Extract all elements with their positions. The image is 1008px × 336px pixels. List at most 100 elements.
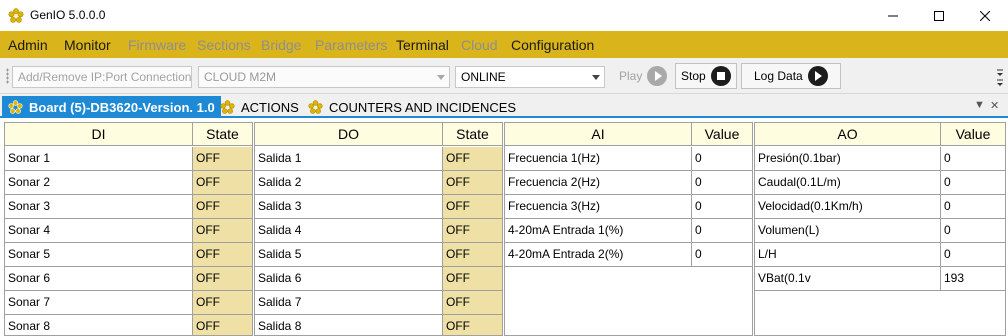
row-label-cell[interactable]: 4-20mA Entrada 2(%) xyxy=(505,243,692,266)
row-label-cell[interactable]: Salida 1 xyxy=(255,147,443,170)
menu-cloud[interactable]: Cloud xyxy=(461,37,498,53)
tab-board[interactable]: Board (5)-DB3620-Version. 1.0 xyxy=(2,96,221,118)
table-row[interactable]: Frecuencia 3(Hz) 0 xyxy=(505,195,752,219)
close-button[interactable] xyxy=(962,0,1008,31)
table-row[interactable]: Sonar 5 OFF xyxy=(5,243,252,267)
menu-parameters[interactable]: Parameters xyxy=(315,37,387,53)
menu-admin[interactable]: Admin xyxy=(8,37,48,53)
menu-configuration[interactable]: Configuration xyxy=(511,37,594,53)
menu-terminal[interactable]: Terminal xyxy=(396,37,449,53)
state-cell[interactable]: OFF xyxy=(193,147,252,170)
minimize-button[interactable] xyxy=(870,0,916,31)
row-label-cell[interactable]: Sonar 3 xyxy=(5,195,193,218)
table-row[interactable]: Sonar 7 OFF xyxy=(5,291,252,315)
row-label-cell[interactable]: Sonar 1 xyxy=(5,147,193,170)
table-row[interactable]: Sonar 1 OFF xyxy=(5,147,252,171)
tab-close-icon[interactable]: ✕ xyxy=(990,99,999,112)
di-column-header[interactable]: State xyxy=(193,123,252,146)
state-cell[interactable]: OFF xyxy=(443,243,502,266)
state-cell[interactable]: OFF xyxy=(443,267,502,290)
value-cell[interactable]: 0 xyxy=(941,195,1005,218)
table-row[interactable]: 4-20mA Entrada 1(%) 0 xyxy=(505,219,752,243)
row-label-cell[interactable]: Frecuencia 3(Hz) xyxy=(505,195,692,218)
value-cell[interactable]: 0 xyxy=(692,171,752,194)
menu-monitor[interactable]: Monitor xyxy=(64,37,111,53)
connection-input[interactable]: Add/Remove IP:Port Connection xyxy=(12,66,192,88)
table-row[interactable]: Sonar 4 OFF xyxy=(5,219,252,243)
table-row[interactable]: VBat(0.1v 193 xyxy=(755,267,1005,291)
value-cell[interactable]: 0 xyxy=(941,147,1005,170)
row-label-cell[interactable]: Salida 6 xyxy=(255,267,443,290)
table-row[interactable]: Salida 2 OFF xyxy=(255,171,502,195)
value-cell[interactable]: 0 xyxy=(941,243,1005,266)
status-combo[interactable]: ONLINE xyxy=(455,66,605,88)
table-row[interactable]: Presión(0.1bar) 0 xyxy=(755,147,1005,171)
row-label-cell[interactable]: Velocidad(0.1Km/h) xyxy=(755,195,941,218)
value-cell[interactable]: 193 xyxy=(941,267,1005,290)
table-row[interactable]: L/H 0 xyxy=(755,243,1005,267)
cloud-combo[interactable]: CLOUD M2M xyxy=(198,66,450,88)
row-label-cell[interactable]: Salida 4 xyxy=(255,219,443,242)
table-row[interactable]: 4-20mA Entrada 2(%) 0 xyxy=(505,243,752,267)
state-cell[interactable]: OFF xyxy=(193,315,252,335)
value-cell[interactable]: 0 xyxy=(941,219,1005,242)
menu-firmware[interactable]: Firmware xyxy=(128,37,186,53)
row-label-cell[interactable]: Sonar 8 xyxy=(5,315,193,335)
row-label-cell[interactable]: Sonar 4 xyxy=(5,219,193,242)
state-cell[interactable]: OFF xyxy=(443,219,502,242)
stop-button[interactable]: Stop xyxy=(675,63,737,89)
menu-sections[interactable]: Sections xyxy=(197,37,251,53)
ai-column-header[interactable]: AI xyxy=(505,123,692,146)
state-cell[interactable]: OFF xyxy=(193,267,252,290)
row-label-cell[interactable]: Salida 5 xyxy=(255,243,443,266)
row-label-cell[interactable]: Volumen(L) xyxy=(755,219,941,242)
row-label-cell[interactable]: Salida 8 xyxy=(255,315,443,335)
do-column-header[interactable]: DO xyxy=(255,123,443,146)
state-cell[interactable]: OFF xyxy=(443,291,502,314)
row-label-cell[interactable]: Sonar 6 xyxy=(5,267,193,290)
table-row[interactable]: Sonar 2 OFF xyxy=(5,171,252,195)
row-label-cell[interactable]: Sonar 7 xyxy=(5,291,193,314)
row-label-cell[interactable]: 4-20mA Entrada 1(%) xyxy=(505,219,692,242)
state-cell[interactable]: OFF xyxy=(193,219,252,242)
ai-column-header[interactable]: Value xyxy=(692,123,752,146)
value-cell[interactable]: 0 xyxy=(692,243,752,266)
state-cell[interactable]: OFF xyxy=(193,243,252,266)
row-label-cell[interactable]: Caudal(0.1L/m) xyxy=(755,171,941,194)
table-row[interactable]: Salida 7 OFF xyxy=(255,291,502,315)
table-row[interactable]: Salida 1 OFF xyxy=(255,147,502,171)
state-cell[interactable]: OFF xyxy=(443,171,502,194)
row-label-cell[interactable]: Sonar 5 xyxy=(5,243,193,266)
state-cell[interactable]: OFF xyxy=(193,291,252,314)
table-row[interactable]: Salida 5 OFF xyxy=(255,243,502,267)
toolbar-overflow-icon[interactable] xyxy=(996,62,1004,90)
state-cell[interactable]: OFF xyxy=(443,195,502,218)
table-row[interactable]: Sonar 6 OFF xyxy=(5,267,252,291)
row-label-cell[interactable]: Salida 2 xyxy=(255,171,443,194)
table-row[interactable]: Frecuencia 2(Hz) 0 xyxy=(505,171,752,195)
row-label-cell[interactable]: L/H xyxy=(755,243,941,266)
state-cell[interactable]: OFF xyxy=(443,315,502,335)
table-row[interactable]: Frecuencia 1(Hz) 0 xyxy=(505,147,752,171)
table-row[interactable]: Velocidad(0.1Km/h) 0 xyxy=(755,195,1005,219)
table-row[interactable]: Volumen(L) 0 xyxy=(755,219,1005,243)
row-label-cell[interactable]: Frecuencia 1(Hz) xyxy=(505,147,692,170)
row-label-cell[interactable]: Salida 7 xyxy=(255,291,443,314)
row-label-cell[interactable]: VBat(0.1v xyxy=(755,267,941,290)
table-row[interactable]: Sonar 3 OFF xyxy=(5,195,252,219)
state-cell[interactable]: OFF xyxy=(193,195,252,218)
menu-bridge[interactable]: Bridge xyxy=(261,37,301,53)
row-label-cell[interactable]: Frecuencia 2(Hz) xyxy=(505,171,692,194)
table-row[interactable]: Salida 6 OFF xyxy=(255,267,502,291)
log-data-button[interactable]: Log Data xyxy=(741,63,841,89)
table-row[interactable]: Sonar 8 OFF xyxy=(5,315,252,335)
tab-list-dropdown-icon[interactable]: ▼ xyxy=(974,99,985,111)
value-cell[interactable]: 0 xyxy=(692,195,752,218)
state-cell[interactable]: OFF xyxy=(193,171,252,194)
ao-column-header[interactable]: Value xyxy=(941,123,1005,146)
value-cell[interactable]: 0 xyxy=(941,171,1005,194)
play-button[interactable]: Play xyxy=(614,63,672,89)
row-label-cell[interactable]: Salida 3 xyxy=(255,195,443,218)
toolbar-grip[interactable] xyxy=(6,68,9,84)
do-column-header[interactable]: State xyxy=(443,123,502,146)
